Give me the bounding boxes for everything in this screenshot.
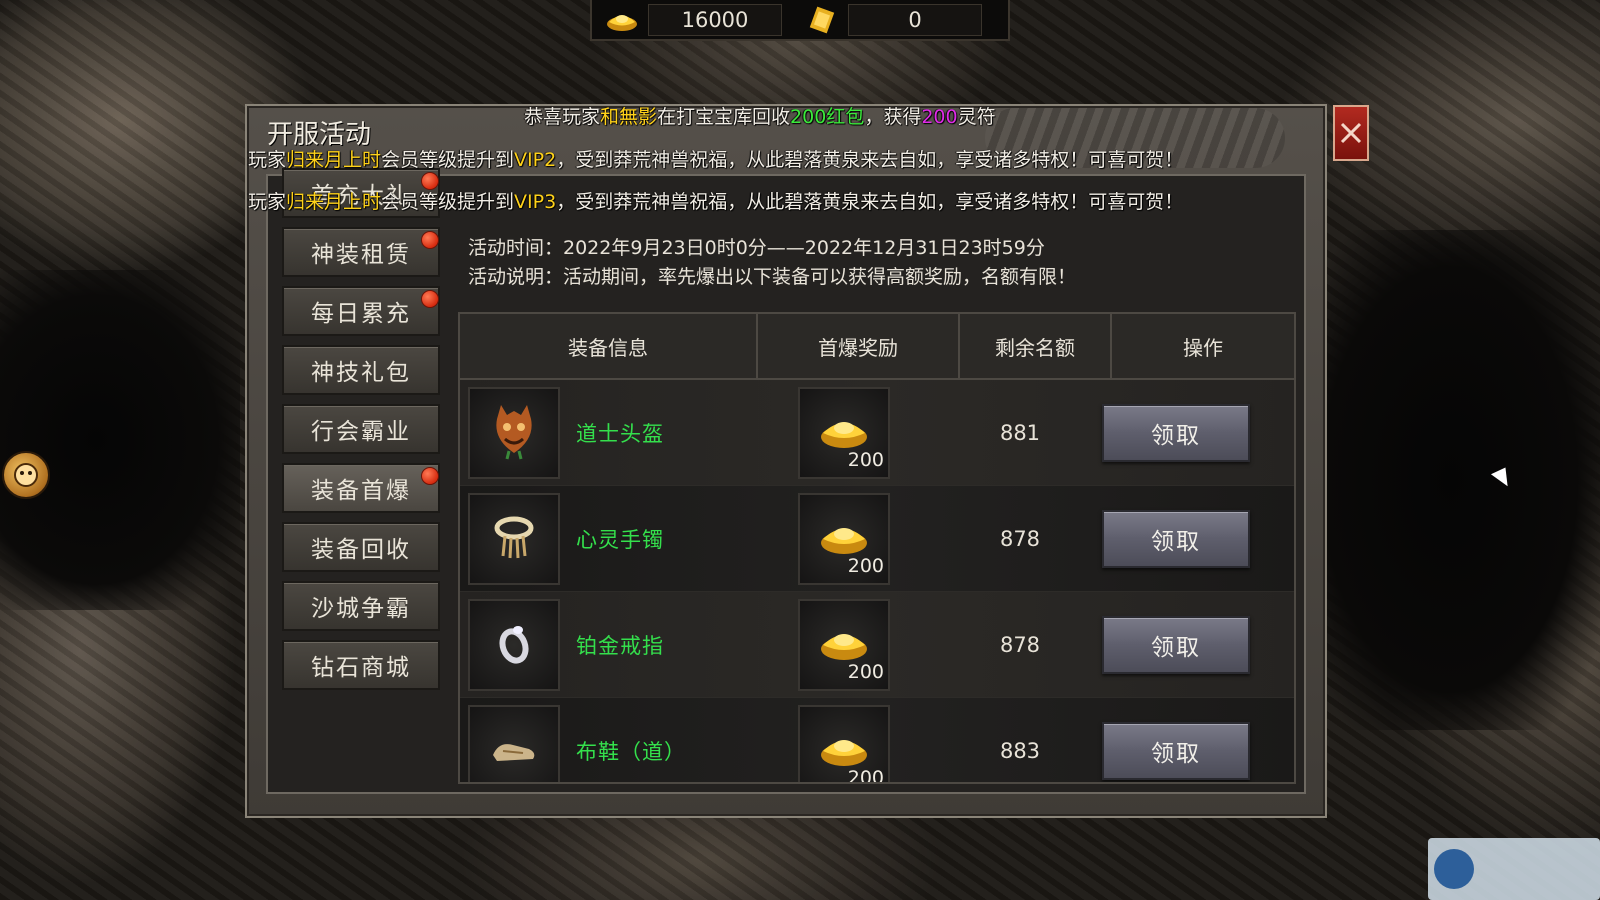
reward-amount: 200 xyxy=(847,766,884,784)
claim-button[interactable]: 领取 xyxy=(1102,721,1250,780)
broadcast-message: 玩家归来月上时会员等级提升到VIP3，受到莽荒神兽祝福，从此碧落黄泉来去自如，享… xyxy=(248,187,1183,214)
broadcast-segment: 在打宝宝库回收 xyxy=(657,106,791,128)
header-remaining-slots: 剩余名额 xyxy=(960,314,1112,378)
reward-amount: 200 xyxy=(847,554,884,577)
sidebar-item[interactable]: 钻石商城 xyxy=(282,640,440,690)
event-time: 活动时间：2022年9月23日0时0分——2022年12月31日23时59分 xyxy=(468,237,1045,259)
reward-slot[interactable]: 200 xyxy=(798,598,890,691)
broadcast-segment: 200红包 xyxy=(790,106,865,128)
talisman-icon xyxy=(802,5,842,35)
table-row: 布鞋（道） 200 883 领取 xyxy=(460,698,1294,784)
gold-amount: 16000 xyxy=(648,3,782,36)
broadcast-segment: 200 xyxy=(921,106,958,128)
notification-dot-icon xyxy=(421,290,439,308)
equipment-slot[interactable] xyxy=(468,492,560,585)
broadcast-segment: ，受到莽荒神兽祝福，从此碧落黄泉来去自如，享受诸多特权！可喜可贺！ xyxy=(556,191,1184,213)
sidebar-item-label: 装备首爆 xyxy=(311,478,411,504)
sidebar-item-label: 装备回收 xyxy=(311,537,411,563)
remaining-slots: 883 xyxy=(999,738,1041,763)
reward-amount: 200 xyxy=(847,448,884,471)
sidebar-item[interactable]: 神技礼包 xyxy=(282,345,440,395)
claim-button-label: 领取 xyxy=(1151,740,1201,767)
site-watermark xyxy=(1428,838,1600,900)
broadcast-segment: 会员等级提升到 xyxy=(381,191,515,213)
sidebar-item-label: 神装租赁 xyxy=(311,242,411,268)
event-sidebar: 首充大礼 神装租赁 每日累充 神技礼包 行会霸业 装备首爆 装备回收 沙城争霸 钻石商城 xyxy=(282,168,440,690)
broadcast-segment: 和無影 xyxy=(600,106,658,128)
reward-amount: 200 xyxy=(847,660,884,683)
header-equipment-info: 装备信息 xyxy=(460,314,758,378)
equipment-name: 布鞋（道） xyxy=(576,739,686,764)
table-row: 道士头盔 200 881 领取 xyxy=(460,380,1294,486)
broadcast-segment: ，获得 xyxy=(864,106,922,128)
broadcast-segment: VIP3 xyxy=(514,191,557,213)
reward-slot[interactable]: 200 xyxy=(798,386,890,479)
remaining-slots: 881 xyxy=(999,420,1041,445)
sidebar-item-label: 神技礼包 xyxy=(311,360,411,386)
claim-button[interactable]: 领取 xyxy=(1102,403,1250,462)
claim-button-label: 领取 xyxy=(1151,422,1201,449)
notification-dot-icon xyxy=(421,467,439,485)
broadcast-message: 恭喜玩家和無影在打宝宝库回收200红包，获得200灵符 xyxy=(524,102,996,129)
notification-dot-icon xyxy=(421,231,439,249)
broadcast-segment: 归来月上时 xyxy=(286,191,382,213)
broadcast-segment: 会员等级提升到 xyxy=(381,149,515,171)
broadcast-segment: VIP2 xyxy=(514,149,557,171)
sidebar-item[interactable]: 装备首爆 xyxy=(282,463,440,513)
remaining-slots: 878 xyxy=(999,632,1041,657)
broadcast-segment: 灵符 xyxy=(957,106,996,128)
background-shadow xyxy=(0,270,240,610)
sidebar-item[interactable]: 沙城争霸 xyxy=(282,581,440,631)
event-description: 活动说明：活动期间，率先爆出以下装备可以获得高额奖励，名额有限！ xyxy=(468,266,1077,288)
broadcast-segment: ，受到莽荒神兽祝福，从此碧落黄泉来去自如，享受诸多特权！可喜可贺！ xyxy=(556,149,1184,171)
watermark-logo-icon xyxy=(1434,849,1474,889)
shoes-icon xyxy=(489,729,539,773)
currency-bar: 16000 0 xyxy=(590,0,1010,41)
equipment-table: 装备信息 首爆奖励 剩余名额 操作 道士头盔 200 881 领取 心灵手镯 2… xyxy=(458,312,1296,784)
sidebar-item-label: 行会霸业 xyxy=(311,419,411,445)
header-first-drop-reward: 首爆奖励 xyxy=(758,314,960,378)
equipment-slot[interactable] xyxy=(468,704,560,782)
sidebar-item-label: 钻石商城 xyxy=(311,655,411,681)
close-icon xyxy=(1340,122,1362,144)
sidebar-item[interactable]: 神装租赁 xyxy=(282,227,440,277)
broadcast-segment: 玩家 xyxy=(248,149,287,171)
remaining-slots: 878 xyxy=(999,526,1041,551)
equipment-name: 心灵手镯 xyxy=(576,527,664,552)
equipment-slot[interactable] xyxy=(468,386,560,479)
header-action: 操作 xyxy=(1183,335,1223,360)
helmet-icon xyxy=(491,401,537,465)
table-header: 装备信息 首爆奖励 剩余名额 操作 xyxy=(460,314,1294,380)
table-body[interactable]: 道士头盔 200 881 领取 心灵手镯 200 878 领取 铂金戒指 200… xyxy=(460,380,1294,784)
claim-button[interactable]: 领取 xyxy=(1102,615,1250,674)
ring-icon xyxy=(494,618,534,672)
close-button[interactable] xyxy=(1333,105,1369,161)
claim-button-label: 领取 xyxy=(1151,634,1201,661)
broadcast-segment: 归来月上时 xyxy=(286,149,382,171)
broadcast-message: 玩家归来月上时会员等级提升到VIP2，受到莽荒神兽祝福，从此碧落黄泉来去自如，享… xyxy=(248,145,1183,172)
pet-shortcut-icon[interactable] xyxy=(2,451,50,499)
equipment-name: 铂金戒指 xyxy=(576,633,664,658)
claim-button[interactable]: 领取 xyxy=(1102,509,1250,568)
talisman-amount: 0 xyxy=(848,3,982,36)
table-row: 铂金戒指 200 878 领取 xyxy=(460,592,1294,698)
sidebar-item[interactable]: 装备回收 xyxy=(282,522,440,572)
broadcast-segment: 玩家 xyxy=(248,191,287,213)
equipment-name: 道士头盔 xyxy=(576,421,664,446)
reward-slot[interactable]: 200 xyxy=(798,492,890,585)
reward-slot[interactable]: 200 xyxy=(798,704,890,784)
table-row: 心灵手镯 200 878 领取 xyxy=(460,486,1294,592)
gold-ingot-icon xyxy=(602,5,642,35)
equipment-slot[interactable] xyxy=(468,598,560,691)
sidebar-item[interactable]: 每日累充 xyxy=(282,286,440,336)
broadcast-segment: 恭喜玩家 xyxy=(524,106,601,128)
bracelet-icon xyxy=(491,512,537,566)
claim-button-label: 领取 xyxy=(1151,528,1201,555)
background-shadow xyxy=(1300,230,1600,730)
sidebar-item[interactable]: 行会霸业 xyxy=(282,404,440,454)
sidebar-item-label: 沙城争霸 xyxy=(311,596,411,622)
sidebar-item-label: 每日累充 xyxy=(311,301,411,327)
